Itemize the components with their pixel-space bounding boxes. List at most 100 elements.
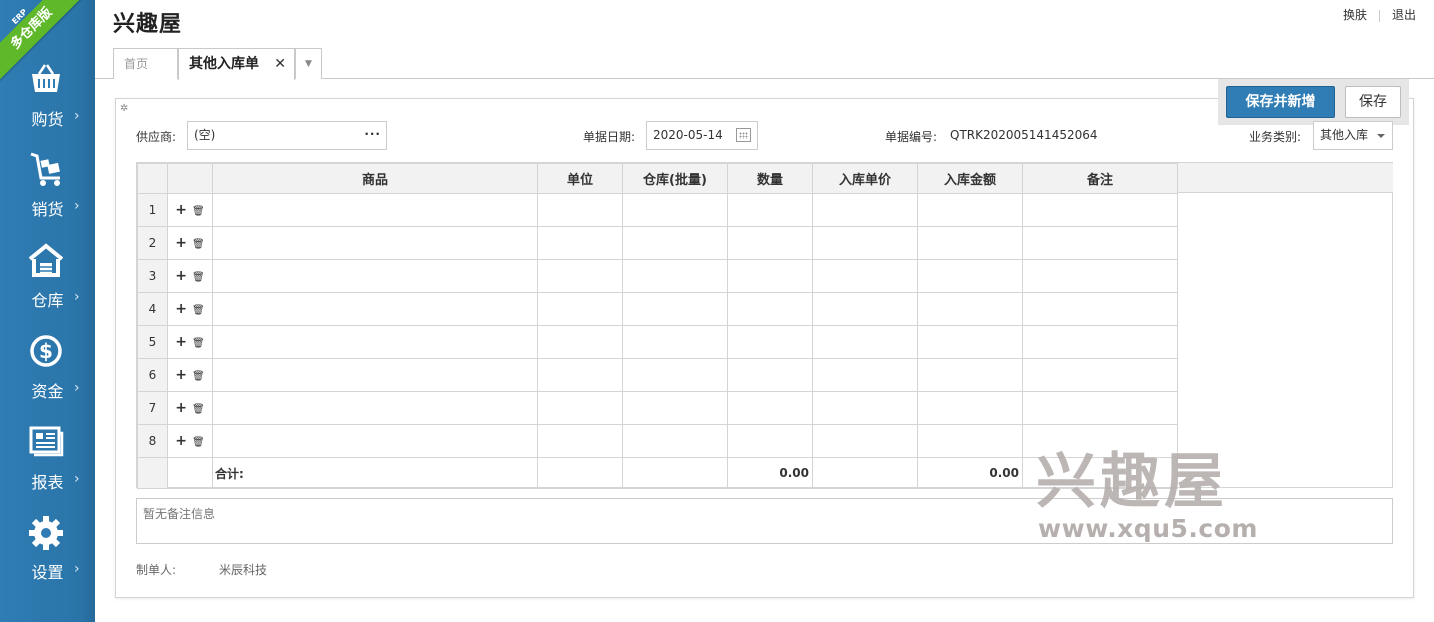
grid-cell[interactable]: [212, 424, 538, 458]
grid-cell[interactable]: [622, 259, 728, 293]
column-header[interactable]: 入库金额: [917, 163, 1023, 194]
grid-cell[interactable]: [622, 226, 728, 260]
logout-link[interactable]: 退出: [1392, 8, 1416, 22]
grid-cell[interactable]: [212, 292, 538, 326]
skin-link[interactable]: 换肤: [1343, 8, 1367, 22]
column-header[interactable]: 数量: [727, 163, 813, 194]
trash-icon[interactable]: 🗑: [192, 437, 205, 448]
grid-cell[interactable]: [1022, 226, 1178, 260]
grid-cell[interactable]: [727, 226, 813, 260]
tab-home[interactable]: 首页: [113, 48, 178, 79]
trash-icon[interactable]: 🗑: [192, 404, 205, 415]
grid-cell[interactable]: [812, 424, 918, 458]
grid-cell[interactable]: [537, 358, 623, 392]
save-and-new-button[interactable]: 保存并新增: [1226, 86, 1335, 118]
tab-more-dropdown[interactable]: ▼: [295, 48, 322, 79]
grid-cell[interactable]: [1022, 424, 1178, 458]
grid-cell[interactable]: [727, 391, 813, 425]
grid-cell[interactable]: [212, 358, 538, 392]
close-icon[interactable]: ✕: [274, 49, 286, 79]
grid-cell[interactable]: [537, 391, 623, 425]
grid-cell[interactable]: [537, 292, 623, 326]
grid-cell[interactable]: [1022, 193, 1178, 227]
add-row-icon[interactable]: +: [175, 202, 187, 218]
sidebar-item-settings[interactable]: 设置 ›: [0, 515, 95, 605]
add-row-icon[interactable]: +: [175, 268, 187, 284]
grid-cell[interactable]: [812, 193, 918, 227]
grid-cell[interactable]: [1022, 325, 1178, 359]
grid-cell[interactable]: [917, 193, 1023, 227]
grid-cell[interactable]: [727, 193, 813, 227]
column-header[interactable]: 备注: [1022, 163, 1178, 194]
grid-cell[interactable]: [622, 424, 728, 458]
trash-icon[interactable]: 🗑: [192, 338, 205, 349]
grid-cell[interactable]: [917, 424, 1023, 458]
grid-cell[interactable]: [727, 358, 813, 392]
grid-cell[interactable]: [212, 325, 538, 359]
grid-cell[interactable]: [1022, 259, 1178, 293]
grid-cell[interactable]: [917, 358, 1023, 392]
add-row-icon[interactable]: +: [175, 235, 187, 251]
column-header[interactable]: 商品: [212, 163, 538, 194]
column-header[interactable]: 单位: [537, 163, 623, 194]
grid-cell[interactable]: [622, 358, 728, 392]
save-button[interactable]: 保存: [1345, 86, 1401, 118]
grid-cell[interactable]: [537, 325, 623, 359]
grid-cell[interactable]: [727, 292, 813, 326]
grid-cell[interactable]: [622, 391, 728, 425]
grid-cell[interactable]: [622, 292, 728, 326]
sidebar-item-purchase[interactable]: 购货 ›: [0, 62, 95, 152]
grid-cell[interactable]: [1022, 292, 1178, 326]
supplier-field[interactable]: (空) ···: [187, 121, 387, 150]
add-row-icon[interactable]: +: [175, 400, 187, 416]
grid-cell[interactable]: [212, 226, 538, 260]
grid-cell[interactable]: [812, 226, 918, 260]
grid-cell[interactable]: [1022, 391, 1178, 425]
sidebar-item-sales[interactable]: 销货 ›: [0, 152, 95, 242]
grid-cell[interactable]: [537, 226, 623, 260]
grid-cell[interactable]: [917, 391, 1023, 425]
grid-cell[interactable]: [812, 259, 918, 293]
grid-cell[interactable]: [622, 193, 728, 227]
trash-icon[interactable]: 🗑: [192, 371, 205, 382]
calendar-icon[interactable]: [736, 128, 751, 142]
date-field[interactable]: 2020-05-14: [646, 121, 758, 150]
type-select[interactable]: 其他入库: [1313, 121, 1393, 150]
grid-cell[interactable]: [812, 391, 918, 425]
trash-icon[interactable]: 🗑: [192, 206, 205, 217]
more-icon[interactable]: ···: [364, 121, 381, 148]
column-header[interactable]: 仓库(批量): [622, 163, 728, 194]
grid-cell[interactable]: [812, 325, 918, 359]
grid-cell[interactable]: [537, 259, 623, 293]
grid-cell[interactable]: [917, 292, 1023, 326]
grid-cell[interactable]: [727, 325, 813, 359]
sidebar-item-funds[interactable]: $ 资金 ›: [0, 334, 95, 424]
trash-icon[interactable]: 🗑: [192, 305, 205, 316]
grid-cell[interactable]: [812, 358, 918, 392]
tab-other-inbound[interactable]: 其他入库单 ✕: [178, 48, 295, 80]
sidebar-item-warehouse[interactable]: 仓库 ›: [0, 243, 95, 333]
grid-cell[interactable]: [212, 259, 538, 293]
grid-cell[interactable]: [727, 259, 813, 293]
grid-cell[interactable]: [727, 424, 813, 458]
sidebar-item-reports[interactable]: 报表 ›: [0, 425, 95, 515]
add-row-icon[interactable]: +: [175, 334, 187, 350]
remark-textarea[interactable]: [136, 498, 1393, 544]
column-header[interactable]: 入库单价: [812, 163, 918, 194]
trash-icon[interactable]: 🗑: [192, 272, 205, 283]
grid-cell[interactable]: [917, 259, 1023, 293]
grid-cell[interactable]: [917, 325, 1023, 359]
grid-cell[interactable]: [622, 325, 728, 359]
settings-small-icon[interactable]: ✲: [120, 103, 128, 114]
grid-cell[interactable]: [537, 424, 623, 458]
grid-cell[interactable]: [1022, 358, 1178, 392]
add-row-icon[interactable]: +: [175, 301, 187, 317]
grid-cell[interactable]: [812, 292, 918, 326]
grid-cell[interactable]: [212, 391, 538, 425]
grid-cell[interactable]: [537, 193, 623, 227]
add-row-icon[interactable]: +: [175, 433, 187, 449]
trash-icon[interactable]: 🗑: [192, 239, 205, 250]
grid-cell[interactable]: [917, 226, 1023, 260]
grid-cell[interactable]: [212, 193, 538, 227]
add-row-icon[interactable]: +: [175, 367, 187, 383]
